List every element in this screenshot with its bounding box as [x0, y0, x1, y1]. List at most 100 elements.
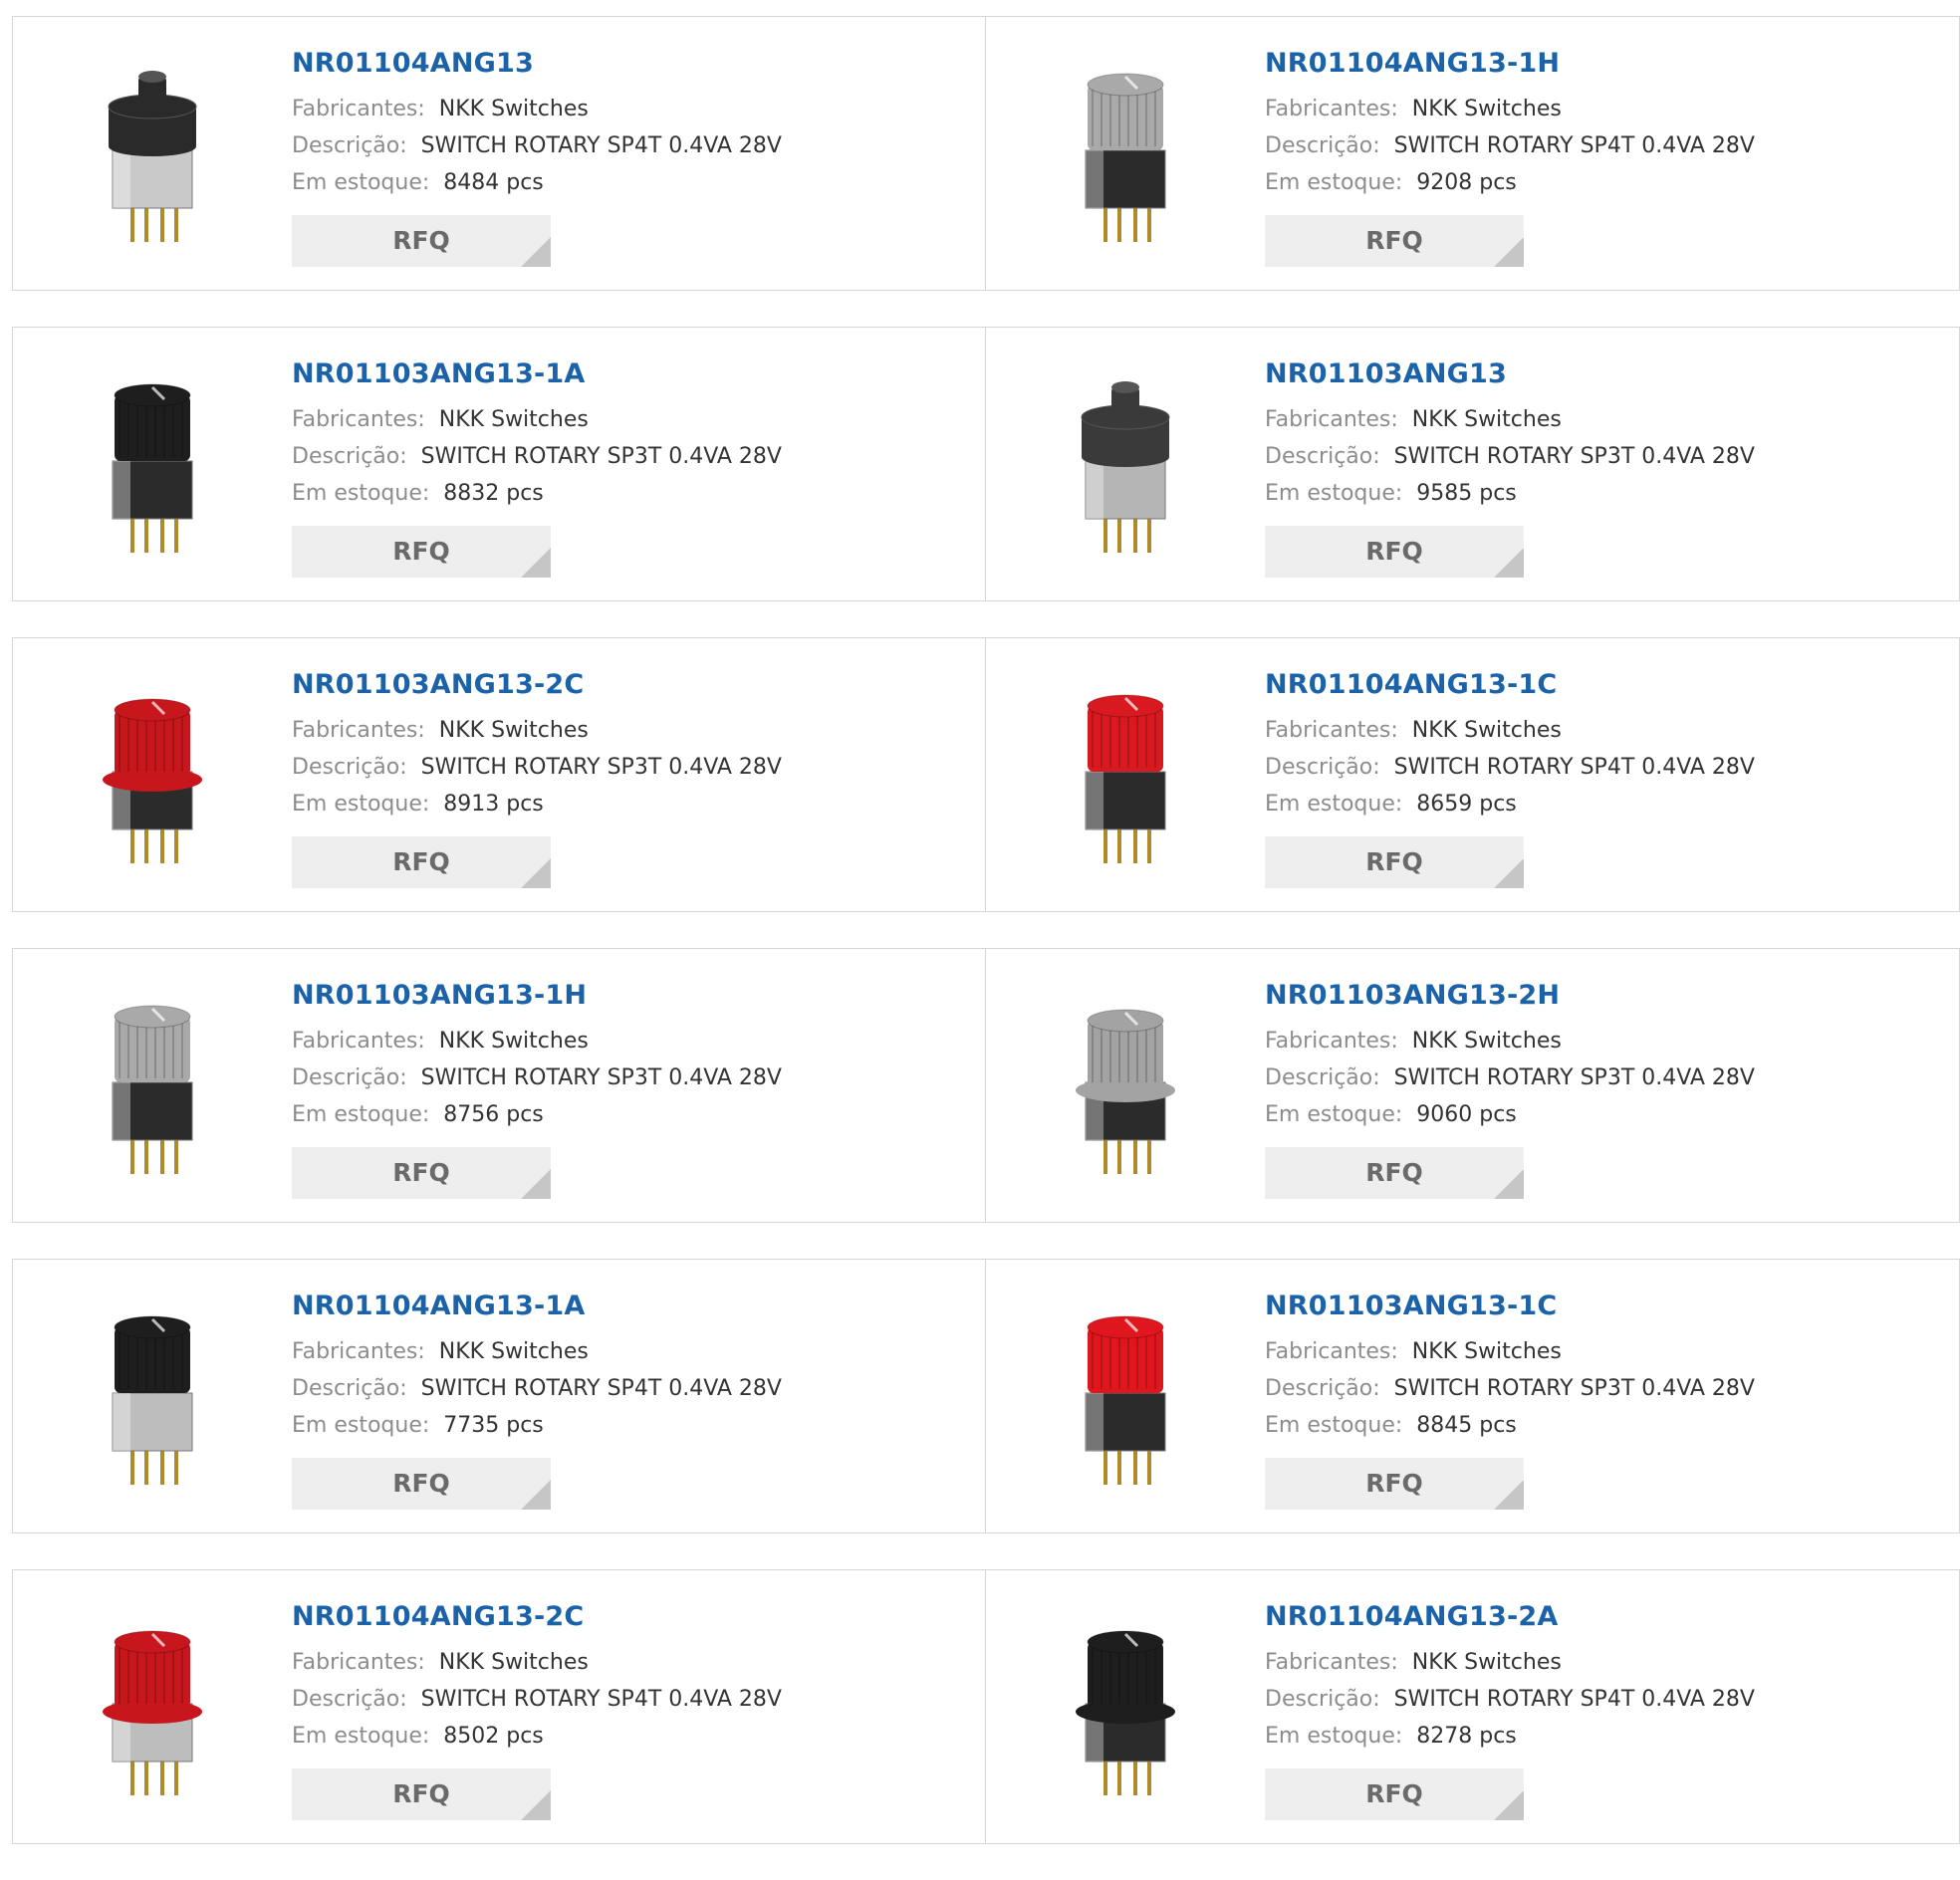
product-title-link[interactable]: NR01103ANG13-2H: [1265, 979, 1755, 1013]
description-line: Descrição: SWITCH ROTARY SP3T 0.4VA 28V: [292, 438, 782, 475]
corner-triangle-icon: [1494, 1480, 1524, 1510]
product-title-link[interactable]: NR01103ANG13-2C: [292, 668, 782, 702]
product-image[interactable]: [1026, 365, 1225, 565]
product-image[interactable]: [53, 1608, 252, 1807]
product-title-link[interactable]: NR01104ANG13-2C: [292, 1600, 782, 1634]
manufacturer-label: Fabricantes:: [292, 97, 425, 121]
product-image[interactable]: [53, 987, 252, 1186]
description-label: Descrição:: [1265, 1376, 1380, 1401]
rfq-label: RFQ: [392, 1469, 450, 1498]
corner-triangle-icon: [1494, 1790, 1524, 1820]
manufacturer-label: Fabricantes:: [1265, 1339, 1398, 1364]
description-line: Descrição: SWITCH ROTARY SP3T 0.4VA 28V: [292, 1059, 782, 1096]
description-label: Descrição:: [1265, 755, 1380, 780]
product-image[interactable]: [1026, 55, 1225, 254]
rfq-label: RFQ: [1365, 1158, 1423, 1187]
rfq-button[interactable]: RFQ: [292, 1458, 551, 1510]
rfq-button[interactable]: RFQ: [1265, 526, 1524, 578]
product-info: NR01103ANG13-1C Fabricantes: NKK Switches D…: [1265, 1290, 1755, 1510]
manufacturer-line: Fabricantes: NKK Switches: [1265, 712, 1755, 749]
manufacturer-line: Fabricantes: NKK Switches: [292, 91, 782, 127]
corner-triangle-icon: [521, 237, 551, 267]
manufacturer-line: Fabricantes: NKK Switches: [1265, 401, 1755, 438]
manufacturer-value: NKK Switches: [1411, 1650, 1562, 1675]
product-card: NR01104ANG13-2A Fabricantes: NKK Switches D…: [986, 1569, 1960, 1844]
stock-value: 8484 pcs: [443, 170, 544, 195]
product-image[interactable]: [1026, 987, 1225, 1186]
product-image[interactable]: [53, 676, 252, 875]
manufacturer-line: Fabricantes: NKK Switches: [1265, 1023, 1755, 1059]
stock-label: Em estoque:: [1265, 170, 1403, 195]
product-card: NR01103ANG13-1H Fabricantes: NKK Switches D…: [12, 948, 986, 1223]
product-title-link[interactable]: NR01104ANG13-1C: [1265, 668, 1755, 702]
product-title-link[interactable]: NR01103ANG13-1C: [1265, 1290, 1755, 1323]
stock-line: Em estoque: 8278 pcs: [1265, 1718, 1755, 1755]
rfq-button[interactable]: RFQ: [292, 526, 551, 578]
description-label: Descrição:: [292, 133, 407, 158]
stock-value: 9585 pcs: [1416, 481, 1517, 506]
product-image[interactable]: [53, 55, 252, 254]
product-title-link[interactable]: NR01103ANG13-1A: [292, 357, 782, 391]
description-value: SWITCH ROTARY SP4T 0.4VA 28V: [1393, 755, 1755, 780]
corner-triangle-icon: [521, 548, 551, 578]
rfq-button[interactable]: RFQ: [1265, 215, 1524, 267]
product-image[interactable]: [1026, 676, 1225, 875]
product-title-link[interactable]: NR01103ANG13: [1265, 357, 1755, 391]
rfq-button[interactable]: RFQ: [1265, 1458, 1524, 1510]
rfq-button[interactable]: RFQ: [1265, 836, 1524, 888]
product-card: NR01104ANG13-1C Fabricantes: NKK Switches D…: [986, 637, 1960, 912]
stock-line: Em estoque: 8484 pcs: [292, 164, 782, 201]
stock-label: Em estoque:: [292, 1724, 430, 1749]
rfq-button[interactable]: RFQ: [292, 215, 551, 267]
rfq-label: RFQ: [1365, 1469, 1423, 1498]
product-row: NR01103ANG13-1A Fabricantes: NKK Switches D…: [12, 327, 1960, 601]
stock-value: 8845 pcs: [1416, 1413, 1517, 1438]
manufacturer-line: Fabricantes: NKK Switches: [292, 1333, 782, 1370]
description-line: Descrição: SWITCH ROTARY SP3T 0.4VA 28V: [1265, 1059, 1755, 1096]
corner-triangle-icon: [1494, 237, 1524, 267]
rfq-button[interactable]: RFQ: [292, 836, 551, 888]
manufacturer-label: Fabricantes:: [1265, 1650, 1398, 1675]
corner-triangle-icon: [521, 1480, 551, 1510]
rfq-button[interactable]: RFQ: [292, 1768, 551, 1820]
product-info: NR01103ANG13-2H Fabricantes: NKK Switches D…: [1265, 979, 1755, 1199]
stock-line: Em estoque: 9585 pcs: [1265, 475, 1755, 512]
product-image[interactable]: [1026, 1608, 1225, 1807]
manufacturer-line: Fabricantes: NKK Switches: [292, 401, 782, 438]
product-row: NR01104ANG13-1A Fabricantes: NKK Switches D…: [12, 1259, 1960, 1533]
product-row: NR01104ANG13 Fabricantes: NKK Switches Desc…: [12, 16, 1960, 291]
product-row: NR01103ANG13-2C Fabricantes: NKK Switches D…: [12, 637, 1960, 912]
description-line: Descrição: SWITCH ROTARY SP4T 0.4VA 28V: [292, 127, 782, 164]
product-row: NR01103ANG13-1H Fabricantes: NKK Switches D…: [12, 948, 1960, 1223]
product-info: NR01104ANG13-1C Fabricantes: NKK Switches D…: [1265, 668, 1755, 888]
product-info: NR01103ANG13-1H Fabricantes: NKK Switches D…: [292, 979, 782, 1199]
product-title-link[interactable]: NR01103ANG13-1H: [292, 979, 782, 1013]
stock-value: 8832 pcs: [443, 481, 544, 506]
product-title-link[interactable]: NR01104ANG13-2A: [1265, 1600, 1755, 1634]
product-title-link[interactable]: NR01104ANG13-1H: [1265, 47, 1755, 81]
product-card: NR01104ANG13-2C Fabricantes: NKK Switches D…: [12, 1569, 986, 1844]
stock-value: 9060 pcs: [1416, 1102, 1517, 1127]
corner-triangle-icon: [521, 1169, 551, 1199]
rfq-button[interactable]: RFQ: [292, 1147, 551, 1199]
manufacturer-line: Fabricantes: NKK Switches: [1265, 1644, 1755, 1681]
description-line: Descrição: SWITCH ROTARY SP4T 0.4VA 28V: [292, 1370, 782, 1407]
stock-value: 8913 pcs: [443, 792, 544, 817]
product-info: NR01103ANG13-2C Fabricantes: NKK Switches D…: [292, 668, 782, 888]
product-title-link[interactable]: NR01104ANG13-1A: [292, 1290, 782, 1323]
product-image[interactable]: [1026, 1297, 1225, 1497]
rfq-label: RFQ: [1365, 847, 1423, 876]
rfq-button[interactable]: RFQ: [1265, 1768, 1524, 1820]
product-image[interactable]: [53, 1297, 252, 1497]
description-line: Descrição: SWITCH ROTARY SP3T 0.4VA 28V: [292, 749, 782, 786]
product-card: NR01103ANG13-2H Fabricantes: NKK Switches D…: [986, 948, 1960, 1223]
description-label: Descrição:: [292, 1376, 407, 1401]
rfq-button[interactable]: RFQ: [1265, 1147, 1524, 1199]
product-card: NR01104ANG13-1A Fabricantes: NKK Switches D…: [12, 1259, 986, 1533]
product-title-link[interactable]: NR01104ANG13: [292, 47, 782, 81]
manufacturer-value: NKK Switches: [438, 1650, 589, 1675]
description-label: Descrição:: [1265, 1065, 1380, 1090]
manufacturer-line: Fabricantes: NKK Switches: [292, 1644, 782, 1681]
stock-line: Em estoque: 8756 pcs: [292, 1096, 782, 1133]
product-image[interactable]: [53, 365, 252, 565]
